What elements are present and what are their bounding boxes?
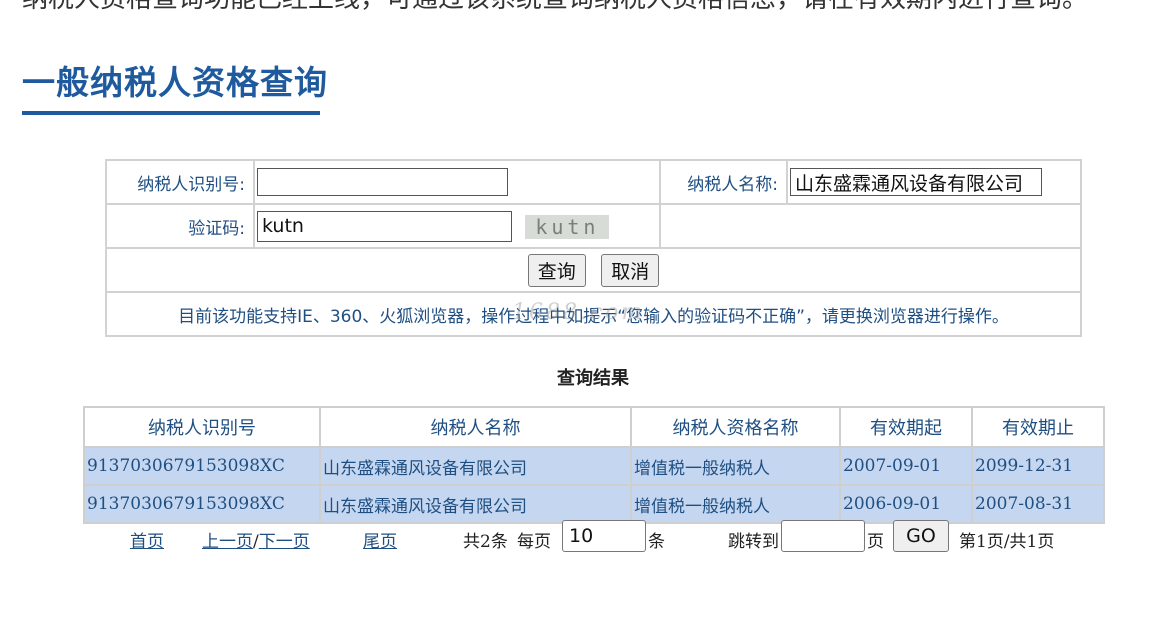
taxpayer-name-cell: 山东盛霖通风设备有限公司 [319, 484, 632, 524]
qualification-cell: 增值税一般纳税人 [630, 446, 841, 486]
valid-from-cell: 2006-09-01 [839, 484, 973, 524]
next-page-link[interactable]: 下一页 [259, 532, 310, 552]
pagination: 首页 上一页/下一页 尾页 共2条 每页 条 跳转到 页 GO 第1页/共1页 [0, 520, 1156, 554]
jump-unit: 页 [867, 532, 884, 552]
taxpayer-name-cell: 山东盛霖通风设备有限公司 [319, 446, 632, 486]
cropped-header-text: 纳税人资格查询功能已经上线，可通过该系统查询纳税人资格信息，请在有效期内进行查询… [22, 0, 1088, 15]
page-title: 一般纳税人资格查询 [22, 63, 328, 102]
captcha-input[interactable] [257, 210, 512, 242]
valid-from-cell: 2007-09-01 [839, 446, 973, 486]
valid-to-cell: 2099-12-31 [971, 446, 1105, 486]
results-table: 纳税人识别号 纳税人名称 纳税人资格名称 有效期起 有效期止 913703067… [83, 406, 1105, 524]
per-page-label: 每页 [517, 532, 551, 552]
results-header-row: 纳税人识别号 纳税人名称 纳税人资格名称 有效期起 有效期止 [83, 406, 1105, 448]
watermark: 1688.com [512, 300, 646, 325]
total-count: 共2条 [463, 532, 508, 552]
taxpayer-id-label: 纳税人识别号: [105, 159, 255, 205]
button-row: 查询 取消 [105, 247, 1082, 293]
page-info: 第1页/共1页 [959, 532, 1055, 552]
taxpayer-name-input[interactable] [790, 168, 1042, 196]
qualification-cell: 增值税一般纳税人 [630, 484, 841, 524]
cancel-button[interactable]: 取消 [601, 253, 660, 287]
taxpayer-id-cell: 9137030679153098XC [83, 446, 321, 486]
empty-cell [659, 203, 1082, 249]
query-button[interactable]: 查询 [527, 253, 586, 287]
column-header: 有效期止 [971, 406, 1105, 448]
title-underline [22, 111, 320, 115]
taxpayer-id-cell: 9137030679153098XC [83, 484, 321, 524]
captcha-label: 验证码: [105, 203, 255, 249]
per-page-unit: 条 [648, 532, 665, 552]
first-page-link[interactable]: 首页 [130, 527, 164, 552]
last-page-link[interactable]: 尾页 [363, 527, 397, 552]
taxpayer-id-input[interactable] [257, 168, 508, 196]
table-row[interactable]: 9137030679153098XC 山东盛霖通风设备有限公司 增值税一般纳税人… [83, 484, 1105, 524]
valid-to-cell: 2007-08-31 [971, 484, 1105, 524]
column-header: 纳税人识别号 [83, 406, 321, 448]
table-row[interactable]: 9137030679153098XC 山东盛霖通风设备有限公司 增值税一般纳税人… [83, 446, 1105, 486]
column-header: 纳税人资格名称 [630, 406, 841, 448]
results-heading: 查询结果 [557, 368, 629, 389]
prev-next-group: 上一页/下一页 [202, 527, 310, 552]
column-header: 纳税人名称 [319, 406, 632, 448]
captcha-image[interactable]: kutn [525, 215, 610, 239]
prev-page-link[interactable]: 上一页 [202, 532, 253, 552]
column-header: 有效期起 [839, 406, 973, 448]
per-page-input[interactable] [562, 520, 646, 552]
jump-page-input[interactable] [781, 520, 865, 552]
go-button[interactable]: GO [893, 520, 949, 552]
taxpayer-name-label: 纳税人名称: [659, 159, 788, 205]
jump-label: 跳转到 [728, 532, 779, 552]
